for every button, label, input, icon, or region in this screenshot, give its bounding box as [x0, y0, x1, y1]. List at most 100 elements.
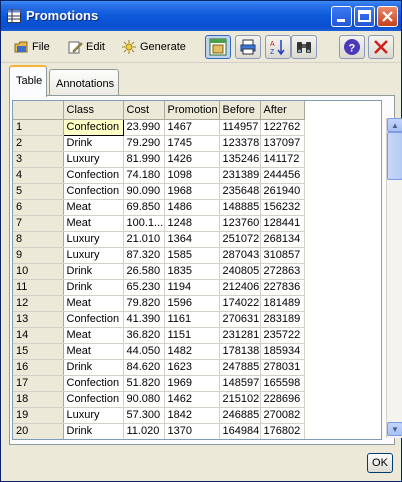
table-row[interactable]: 1 Confection 23.990 1467 114957 122762 — [13, 118, 305, 136]
table-cell[interactable]: 114957 — [219, 119, 261, 136]
table-cell[interactable]: 244456 — [260, 167, 305, 184]
table-cell[interactable]: 36.820 — [123, 327, 165, 344]
help-button[interactable]: ? — [339, 35, 365, 59]
table-cell[interactable]: 1462 — [164, 391, 220, 408]
table-cell[interactable]: 100.1... — [123, 215, 165, 232]
table-row[interactable]: 10 Drink 26.580 1835 240805 272863 — [13, 263, 305, 280]
row-number-header[interactable] — [13, 101, 64, 120]
table-cell[interactable]: Luxury — [63, 151, 124, 168]
table-cell[interactable]: 44.050 — [123, 343, 165, 360]
table-cell[interactable]: 228696 — [260, 391, 305, 408]
table-row[interactable]: 11 Drink 65.230 1194 212406 227836 — [13, 279, 305, 296]
column-header-before[interactable]: Before — [219, 101, 261, 120]
table-cell[interactable]: 21.010 — [123, 231, 165, 248]
table-cell[interactable]: 148597 — [219, 375, 261, 392]
table-cell[interactable]: 178138 — [219, 343, 261, 360]
table-cell[interactable]: 181489 — [260, 295, 305, 312]
table-cell[interactable]: 41.390 — [123, 311, 165, 328]
table-row[interactable]: 7 Meat 100.1... 1248 123760 128441 — [13, 215, 305, 232]
table-cell[interactable]: 1426 — [164, 151, 220, 168]
table-cell[interactable]: 26.580 — [123, 263, 165, 280]
table-row[interactable]: 2 Drink 79.290 1745 123378 137097 — [13, 135, 305, 152]
table-cell[interactable]: 1467 — [164, 119, 220, 136]
edit-menu[interactable]: Edit — [67, 38, 105, 56]
column-header-promotion[interactable]: Promotion — [164, 101, 220, 120]
table-row[interactable]: 9 Luxury 87.320 1585 287043 310857 — [13, 247, 305, 264]
scroll-up-button[interactable]: ▲ — [387, 118, 402, 132]
table-row[interactable]: 16 Drink 84.620 1623 247885 278031 — [13, 359, 305, 376]
table-cell[interactable]: 287043 — [219, 247, 261, 264]
table-cell[interactable]: 74.180 — [123, 167, 165, 184]
close-button[interactable] — [377, 6, 398, 27]
table-cell[interactable]: 23.990 — [123, 119, 165, 136]
table-cell[interactable]: 310857 — [260, 247, 305, 264]
scroll-down-button[interactable]: ▼ — [387, 422, 402, 436]
table-cell[interactable]: Confection — [63, 375, 124, 392]
table-cell[interactable]: 278031 — [260, 359, 305, 376]
table-cell[interactable]: 148885 — [219, 199, 261, 216]
table-cell[interactable]: 11.020 — [123, 423, 165, 439]
table-row[interactable]: 18 Confection 90.080 1462 215102 228696 — [13, 391, 305, 408]
column-header-class[interactable]: Class — [63, 101, 124, 120]
table-cell[interactable]: 1364 — [164, 231, 220, 248]
table-cell[interactable]: Drink — [63, 263, 124, 280]
table-cell[interactable]: 270631 — [219, 311, 261, 328]
table-row[interactable]: 8 Luxury 21.010 1364 251072 268134 — [13, 231, 305, 248]
table-cell[interactable]: 128441 — [260, 215, 305, 232]
table-cell[interactable]: 84.620 — [123, 359, 165, 376]
table-cell[interactable]: 212406 — [219, 279, 261, 296]
tab-table[interactable]: Table — [9, 65, 47, 97]
table-cell[interactable]: 1585 — [164, 247, 220, 264]
table-cell[interactable]: 79.820 — [123, 295, 165, 312]
table-cell[interactable]: 1486 — [164, 199, 220, 216]
table-cell[interactable]: Confection — [63, 311, 124, 328]
table-cell[interactable]: 69.850 — [123, 199, 165, 216]
table-row[interactable]: 15 Meat 44.050 1482 178138 185934 — [13, 343, 305, 360]
table-cell[interactable]: 135246 — [219, 151, 261, 168]
table-view-button[interactable] — [205, 35, 231, 59]
table-cell[interactable]: 185934 — [260, 343, 305, 360]
table-cell[interactable]: 81.990 — [123, 151, 165, 168]
scroll-thumb[interactable] — [387, 132, 402, 180]
table-cell[interactable]: 272863 — [260, 263, 305, 280]
title-bar[interactable]: Promotions — [1, 1, 401, 31]
table-cell[interactable]: 231281 — [219, 327, 261, 344]
table-cell[interactable]: 87.320 — [123, 247, 165, 264]
table-cell[interactable]: 164984 — [219, 423, 261, 439]
table-cell[interactable]: Meat — [63, 295, 124, 312]
table-cell[interactable]: 261940 — [260, 183, 305, 200]
maximize-button[interactable] — [354, 6, 375, 27]
table-cell[interactable]: Luxury — [63, 231, 124, 248]
table-cell[interactable]: 215102 — [219, 391, 261, 408]
table-cell[interactable]: 123760 — [219, 215, 261, 232]
table-cell[interactable]: 283189 — [260, 311, 305, 328]
table-cell[interactable]: 141172 — [260, 151, 305, 168]
table-cell[interactable]: 65.230 — [123, 279, 165, 296]
table-cell[interactable]: 1194 — [164, 279, 220, 296]
table-row[interactable]: 4 Confection 74.180 1098 231389 244456 — [13, 167, 305, 184]
table-cell[interactable]: 1482 — [164, 343, 220, 360]
vertical-scrollbar[interactable]: ▲ ▼ — [386, 118, 402, 438]
table-cell[interactable]: 1623 — [164, 359, 220, 376]
table-row[interactable]: 17 Confection 51.820 1969 148597 165598 — [13, 375, 305, 392]
table-cell[interactable]: 165598 — [260, 375, 305, 392]
table-row[interactable]: 14 Meat 36.820 1151 231281 235722 — [13, 327, 305, 344]
column-header-after[interactable]: After — [260, 101, 305, 120]
table-cell[interactable]: 1745 — [164, 135, 220, 152]
table-row[interactable]: 20 Drink 11.020 1370 164984 176802 — [13, 423, 305, 439]
table-cell[interactable]: 231389 — [219, 167, 261, 184]
table-cell[interactable]: 90.080 — [123, 391, 165, 408]
table-row[interactable]: 5 Confection 90.090 1968 235648 261940 — [13, 183, 305, 200]
table-cell[interactable]: Confection — [63, 391, 124, 408]
table-cell[interactable]: 227836 — [260, 279, 305, 296]
table-cell[interactable]: Meat — [63, 199, 124, 216]
table-cell[interactable]: Drink — [63, 135, 124, 152]
table-cell[interactable]: 1151 — [164, 327, 220, 344]
table-cell[interactable]: 270082 — [260, 407, 305, 424]
minimize-button[interactable] — [331, 6, 352, 27]
table-cell[interactable]: Confection — [63, 183, 124, 200]
table-cell[interactable]: 1969 — [164, 375, 220, 392]
table-cell[interactable]: 251072 — [219, 231, 261, 248]
table-cell[interactable]: 1968 — [164, 183, 220, 200]
table-cell[interactable]: Confection — [62, 118, 124, 136]
